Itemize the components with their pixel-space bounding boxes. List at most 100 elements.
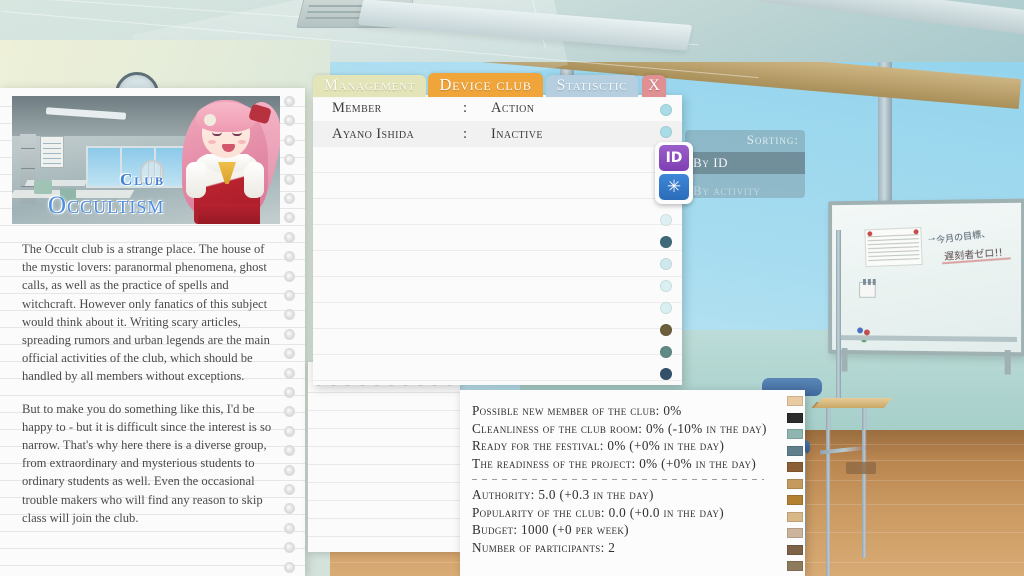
color-swatch (787, 495, 803, 505)
member-status-dot[interactable] (660, 346, 672, 358)
note-line (308, 464, 460, 465)
club-character-avatar (164, 96, 280, 224)
binder-ring-hole (284, 425, 295, 437)
binder-ring-hole (284, 367, 295, 379)
binder-ring-hole (284, 387, 295, 398)
binder-ring-hole (284, 503, 295, 515)
binder-ring-hole (284, 328, 295, 340)
member-status-dot[interactable] (660, 258, 672, 270)
stat-cleanliness: Cleanliness of the club room: 0% (-10% i… (472, 420, 767, 436)
club-banner-subtitle: Club (120, 170, 165, 189)
sort-option-by-id[interactable]: By ID (685, 152, 805, 174)
color-swatch (787, 462, 803, 472)
member-status-dot[interactable] (660, 104, 672, 116)
whiteboard-text-line1: 今月の目標、 (935, 229, 992, 247)
note-line (308, 536, 460, 537)
color-swatch (787, 528, 803, 538)
member-status-dot[interactable] (660, 126, 672, 138)
club-description: The Occult club is a strange place. The … (22, 240, 274, 527)
empty-member-row[interactable] (313, 251, 682, 277)
column-header-member: Member (332, 99, 382, 116)
whiteboard-eraser (859, 278, 876, 298)
empty-member-row[interactable] (313, 173, 682, 199)
binder-ring-hole (284, 251, 295, 263)
desk-top (813, 398, 893, 408)
stat-budget: Budget: 1000 (+0 per week) (472, 522, 629, 537)
note-line (308, 392, 460, 393)
color-swatch (787, 396, 803, 406)
empty-member-row[interactable] (313, 277, 682, 303)
desk-pole (836, 230, 841, 402)
member-status-dot[interactable] (660, 214, 672, 226)
binder-ring-hole (284, 484, 295, 495)
stats-divider (472, 479, 764, 480)
sorting-label: Sorting: (746, 132, 799, 147)
binder-ring-hole (284, 231, 295, 243)
notes-panel[interactable] (308, 362, 460, 552)
stat-possible-new-member: Possible new member of the club: 0% (472, 403, 682, 418)
close-button[interactable]: X (642, 75, 667, 97)
club-statistics-panel: Possible new member of the club: 0% Clea… (460, 390, 805, 576)
sort-by-activity-button[interactable]: ✳ (659, 174, 689, 200)
member-table-header: Member : Action (313, 95, 682, 121)
whiteboard: → 今月の目標、 遅刻者ゼロ!! (828, 198, 1024, 375)
row-separator: : (463, 125, 468, 142)
tab-device-club[interactable]: Device club (428, 73, 543, 97)
sort-option-by-activity[interactable]: By activity (685, 180, 805, 202)
empty-member-row[interactable] (313, 329, 682, 355)
column-header-action: Action (491, 99, 535, 116)
member-status-dot[interactable] (660, 236, 672, 248)
panel-tab-bar: Management Device club Statisctic X (313, 73, 667, 97)
member-name: Ayano Ishida (332, 125, 415, 142)
binder-ring-hole (284, 309, 295, 321)
member-status-dot[interactable] (660, 280, 672, 292)
note-line (308, 428, 460, 429)
notebook-line (0, 565, 305, 566)
sorting-button-group: ID ✳ (655, 142, 693, 204)
member-action-status[interactable]: Inactive (491, 126, 682, 143)
binder-ring-hole (284, 290, 295, 301)
binder-ring-hole (284, 445, 295, 457)
binder-ring-hole (284, 154, 295, 166)
binder-ring-hole (284, 115, 295, 127)
empty-member-row[interactable] (313, 199, 682, 225)
table-row[interactable]: Ayano Ishida : Inactive (313, 121, 682, 147)
tab-management[interactable]: Management (313, 75, 427, 97)
binder-ring-hole (284, 542, 295, 554)
binder-ring-hole (284, 96, 295, 107)
color-swatch (787, 445, 803, 456)
empty-member-row[interactable] (313, 355, 682, 381)
club-banner-title: Occultism (48, 192, 165, 219)
club-banner-image: Club Occultism (12, 96, 280, 224)
color-swatch (787, 511, 803, 522)
note-line (308, 410, 460, 411)
binder-ring-hole (284, 270, 295, 282)
tab-statistic[interactable]: Statisctic (545, 75, 639, 97)
note-line (308, 518, 460, 519)
notebook-line (0, 531, 305, 532)
member-status-dot[interactable] (660, 302, 672, 314)
binder-ring-hole (284, 522, 295, 534)
binder-ring-hole (284, 464, 295, 476)
empty-member-row[interactable] (313, 147, 682, 173)
color-swatch (787, 561, 803, 571)
empty-member-row[interactable] (313, 225, 682, 251)
member-status-dot[interactable] (660, 324, 672, 336)
notebook-line (0, 548, 305, 549)
stat-authority: Authority: 5.0 (+0.3 in the day) (472, 487, 654, 502)
stat-festival-readiness: Ready for the festival: 0% (+0% in the d… (472, 438, 725, 453)
binder-ring-hole (284, 561, 295, 573)
binder-ring-hole (284, 348, 295, 360)
sorting-panel: Sorting: By ID By activity (685, 130, 805, 198)
binder-ring-hole (284, 406, 295, 418)
empty-member-row[interactable] (313, 303, 682, 329)
sort-by-id-button[interactable]: ID (659, 145, 689, 171)
binder-ring-hole (284, 173, 295, 185)
note-line (308, 446, 460, 447)
color-swatch (787, 544, 803, 555)
club-description-paragraph-1: The Occult club is a strange place. The … (22, 242, 270, 384)
color-swatch (787, 412, 803, 423)
member-status-dot[interactable] (660, 368, 672, 380)
club-description-paragraph-2: But to make you do something like this, … (22, 401, 272, 525)
stat-popularity: Popularity of the club: 0.0 (+0.0 in the… (472, 504, 724, 520)
